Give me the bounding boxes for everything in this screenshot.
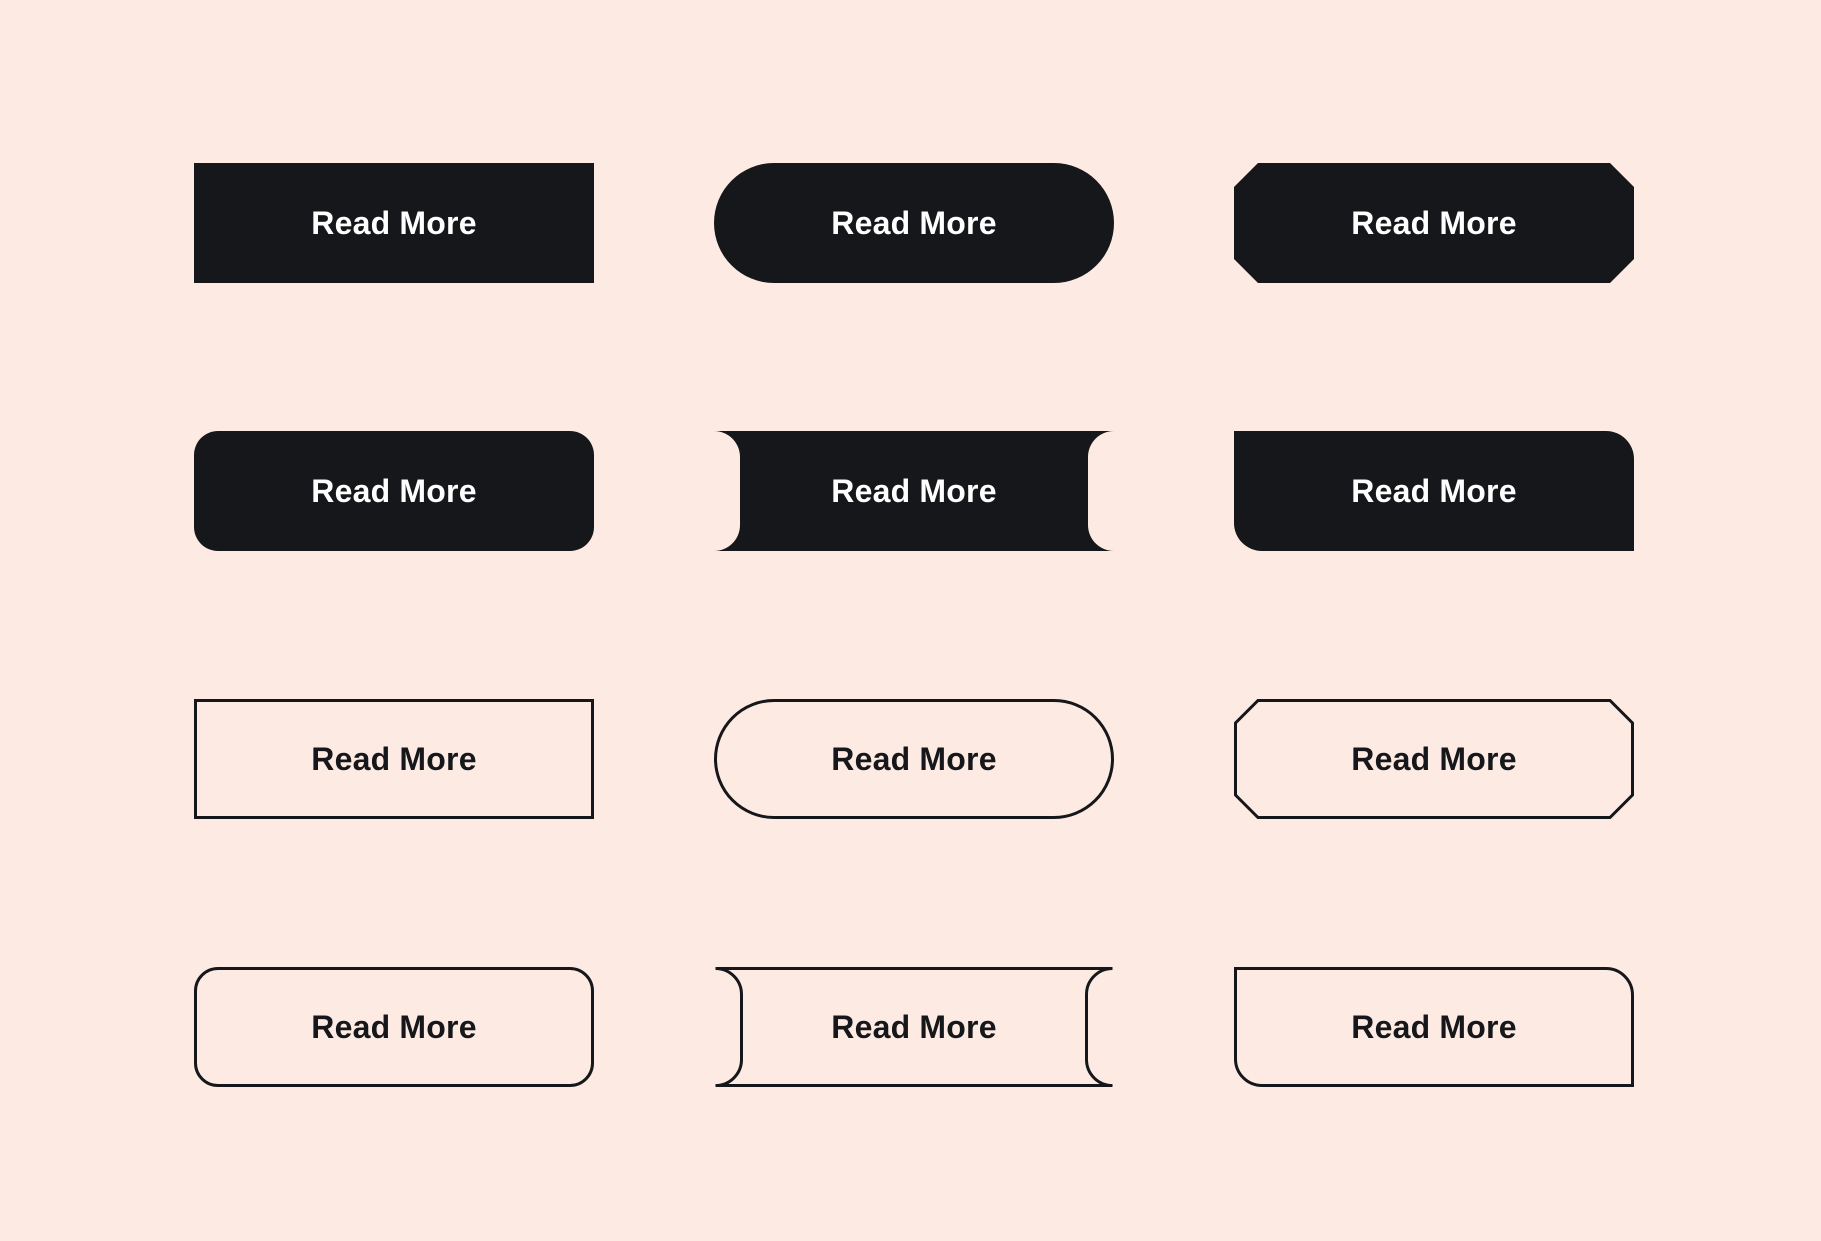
- button-label: Read More: [831, 205, 997, 241]
- button-style-sheet: Read More Read More Read More Read More …: [0, 0, 1821, 1241]
- read-more-button-outline-ticket[interactable]: Read More: [714, 967, 1114, 1087]
- button-label: Read More: [831, 741, 997, 777]
- button-label: Read More: [311, 473, 477, 509]
- read-more-button-solid-diagonal[interactable]: Read More: [1234, 431, 1634, 551]
- read-more-button-outline-rounded[interactable]: Read More: [194, 967, 594, 1087]
- read-more-button-outline-chamfer[interactable]: Read More: [1234, 699, 1634, 819]
- read-more-button-solid-pill[interactable]: Read More: [714, 163, 1114, 283]
- button-label: Read More: [311, 205, 477, 241]
- read-more-button-outline-square[interactable]: Read More: [194, 699, 594, 819]
- button-label: Read More: [311, 1009, 477, 1045]
- button-label: Read More: [831, 473, 997, 509]
- button-label: Read More: [1351, 1009, 1517, 1045]
- read-more-button-solid-rounded[interactable]: Read More: [194, 431, 594, 551]
- button-grid: Read More Read More Read More Read More …: [194, 163, 1634, 1087]
- read-more-button-outline-diagonal[interactable]: Read More: [1234, 967, 1634, 1087]
- button-label: Read More: [1351, 205, 1517, 241]
- read-more-button-solid-square[interactable]: Read More: [194, 163, 594, 283]
- read-more-button-outline-pill[interactable]: Read More: [714, 699, 1114, 819]
- button-label: Read More: [831, 1009, 997, 1045]
- button-label: Read More: [1351, 473, 1517, 509]
- button-label: Read More: [311, 741, 477, 777]
- button-label: Read More: [1351, 741, 1517, 777]
- read-more-button-solid-ticket[interactable]: Read More: [714, 431, 1114, 551]
- read-more-button-solid-chamfer[interactable]: Read More: [1234, 163, 1634, 283]
